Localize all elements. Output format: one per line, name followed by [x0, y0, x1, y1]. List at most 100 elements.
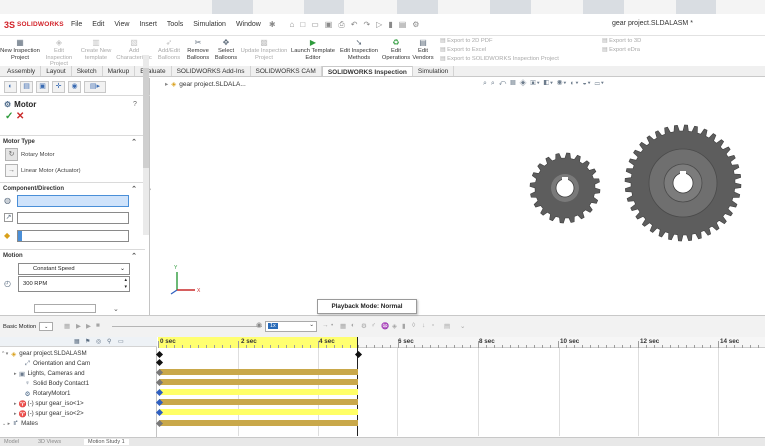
small-gear[interactable]	[529, 152, 601, 224]
edit-inspection-methods-button[interactable]: ➘ Edit Inspection Methods	[338, 36, 380, 66]
reverse-direction-icon[interactable]: ↗	[4, 213, 13, 222]
export-3d-button[interactable]: ▤ Export to 3D	[602, 37, 662, 46]
motion-section-header[interactable]: Motion ⌃	[0, 249, 145, 260]
configuration-manager-tab-icon[interactable]: ▣	[36, 80, 49, 93]
tab-layout[interactable]: Layout	[41, 66, 72, 76]
collapse-caret-icon[interactable]: ⌃	[131, 138, 137, 146]
edit-operations-button[interactable]: ♻ Edit Operations	[380, 36, 412, 66]
solidworks-logo[interactable]: 3S SOLIDWORKS	[0, 20, 66, 30]
tab-solidworks-cam[interactable]: SOLIDWORKS CAM	[251, 66, 322, 76]
cancel-button[interactable]: ✕	[16, 111, 24, 122]
select-icon[interactable]: ▷	[373, 20, 385, 29]
remove-balloons-button[interactable]: ✂ Remove Balloons	[184, 36, 212, 66]
pin-icon[interactable]: ✱	[266, 20, 279, 29]
damper-icon[interactable]: ◈	[392, 322, 397, 330]
menu-window[interactable]: Window	[231, 21, 266, 28]
collapse-caret-icon[interactable]: ⌃	[131, 185, 137, 193]
ok-button[interactable]: ✓	[5, 111, 13, 122]
tab-sketch[interactable]: Sketch	[72, 66, 103, 76]
filter-selected-icon[interactable]: ◎	[96, 338, 101, 345]
tab-solidworks-add-ins[interactable]: SOLIDWORKS Add-Ins	[172, 66, 251, 76]
timeline-bar-contact[interactable]	[159, 379, 358, 385]
playback-speed-select[interactable]: 1x ⌄	[265, 321, 317, 332]
calculate-icon[interactable]: ▦	[64, 322, 70, 330]
filter-options-icon[interactable]: ▭	[118, 338, 124, 345]
save-animation-icon[interactable]: •	[331, 322, 333, 329]
home-icon[interactable]: ⌂	[287, 20, 298, 29]
property-manager-tab-icon[interactable]: ▤	[20, 80, 33, 93]
options-gear-icon[interactable]: ⚙	[409, 20, 422, 29]
open-icon[interactable]: ▭	[308, 20, 322, 29]
stepper-arrows-icon[interactable]: ▴ ▾	[124, 277, 127, 291]
tree-item-lights[interactable]: ▸ ▣ Lights, Cameras and	[14, 369, 85, 378]
chevron-down-icon[interactable]: ⌄	[113, 305, 119, 313]
update-inspection-project-button[interactable]: ▩ Update Inspection Project	[240, 36, 288, 66]
chevron-down-icon[interactable]: ⌄	[39, 322, 54, 331]
motor-type-section-header[interactable]: Motor Type ⌃	[0, 135, 145, 146]
collapse-caret-icon[interactable]: ⌃	[131, 252, 137, 260]
display-manager-tab-icon[interactable]: ◉	[68, 80, 81, 93]
tab-3d-views[interactable]: 3D Views	[38, 439, 61, 445]
timeline-bar-mates[interactable]	[159, 420, 358, 426]
tab-motion-study[interactable]: Motion Study 1	[84, 439, 129, 445]
tab-model[interactable]: Model	[4, 439, 19, 445]
study-properties-icon[interactable]: ▤	[444, 322, 450, 330]
motor-direction-field[interactable]	[17, 212, 129, 224]
tab-markup[interactable]: Markup	[103, 66, 136, 76]
playback-slider-thumb[interactable]: ◉	[256, 321, 262, 329]
component-direction-section-header[interactable]: Component/Direction ⌃	[0, 182, 145, 193]
export-excel-button[interactable]: ▤ Export to Excel	[440, 46, 582, 55]
undo-icon[interactable]: ↶	[348, 20, 361, 29]
scroll-down-icon[interactable]: ⌄ ▸	[2, 421, 10, 427]
menu-insert[interactable]: Insert	[134, 21, 162, 28]
linear-motor-option[interactable]: → Linear Motor (Actuator)	[5, 164, 81, 177]
tree-item-mates[interactable]: ⌄ ▸ ⑈ Mates	[2, 419, 38, 428]
collapse-icon[interactable]: ^ ▾	[2, 351, 8, 357]
export-edrawings-button[interactable]: ▤ Export eDra	[602, 46, 662, 55]
help-icon[interactable]: ?	[133, 101, 137, 108]
component-to-move-field[interactable]	[17, 230, 129, 242]
timeline-bar-gear-1[interactable]	[159, 399, 358, 405]
collapse-motion-manager-icon[interactable]: ⌄	[460, 322, 465, 330]
menu-file[interactable]: File	[66, 21, 87, 28]
tab-simulation[interactable]: Simulation	[413, 66, 455, 76]
contact-icon[interactable]: ◊	[412, 322, 415, 329]
launch-template-editor-button[interactable]: ▶ Launch Template Editor	[288, 36, 338, 66]
force-icon[interactable]: ▮	[402, 322, 406, 330]
feature-manager-tab-icon[interactable]: ◐	[4, 80, 17, 93]
pm-scrollbar-thumb[interactable]	[143, 68, 149, 168]
timeline-bar-lights[interactable]	[159, 369, 358, 375]
speed-stepper[interactable]: 300 RPM ▴ ▾	[18, 276, 130, 292]
gear-assembly-model[interactable]: Y X	[151, 78, 765, 315]
filter-driving-icon[interactable]: ⚑	[85, 338, 90, 345]
playback-mode-icon[interactable]: →	[322, 322, 329, 329]
results-icon[interactable]: ▫	[432, 322, 434, 329]
motion-function-select[interactable]: Constant Speed ⌄	[18, 263, 130, 275]
print-icon[interactable]: ⎙	[335, 20, 347, 30]
motor-toolbar-icon[interactable]: ♂	[371, 322, 376, 329]
tree-item-gear-1[interactable]: ▸ ♈ (-) spur gear_iso<1>	[14, 399, 84, 408]
expand-arrow-icon[interactable]: ▸	[14, 401, 17, 407]
dimxpert-tab-icon[interactable]: ✛	[52, 80, 65, 93]
spring-icon[interactable]: ♒	[381, 322, 389, 330]
tree-item-assembly[interactable]: ^ ▾ ◈ gear project.SLDALASM	[2, 349, 87, 358]
play-from-start-icon[interactable]: ▶	[76, 322, 81, 330]
new-inspection-project-button[interactable]: ▦ New Inspection Project	[0, 36, 40, 66]
large-gear[interactable]	[624, 124, 742, 242]
tree-item-motor[interactable]: ⚙ RotaryMotor1	[24, 389, 71, 398]
select-balloons-button[interactable]: ✥ Select Balloons	[212, 36, 240, 66]
tab-solidworks-inspection[interactable]: SOLIDWORKS Inspection	[321, 66, 413, 76]
autokey-icon[interactable]: ◐	[351, 322, 355, 329]
rotary-motor-option[interactable]: ↻ Rotary Motor	[5, 148, 55, 161]
menu-view[interactable]: View	[109, 21, 134, 28]
tab-evaluate[interactable]: Evaluate	[135, 66, 172, 76]
export-inspection-project-button[interactable]: ▤ Export to SOLIDWORKS Inspection Projec…	[440, 55, 582, 64]
expand-arrow-icon[interactable]: ▸	[14, 371, 17, 377]
graph-field[interactable]	[34, 304, 96, 313]
more-tabs-icon[interactable]: ▤▸	[84, 80, 106, 93]
file-properties-icon[interactable]: ▤	[396, 20, 410, 29]
expand-arrow-icon[interactable]: ▸	[14, 411, 17, 417]
play-icon[interactable]: ▶	[86, 322, 91, 330]
tab-assembly[interactable]: Assembly	[2, 66, 42, 76]
gravity-icon[interactable]: ↓	[422, 322, 425, 329]
